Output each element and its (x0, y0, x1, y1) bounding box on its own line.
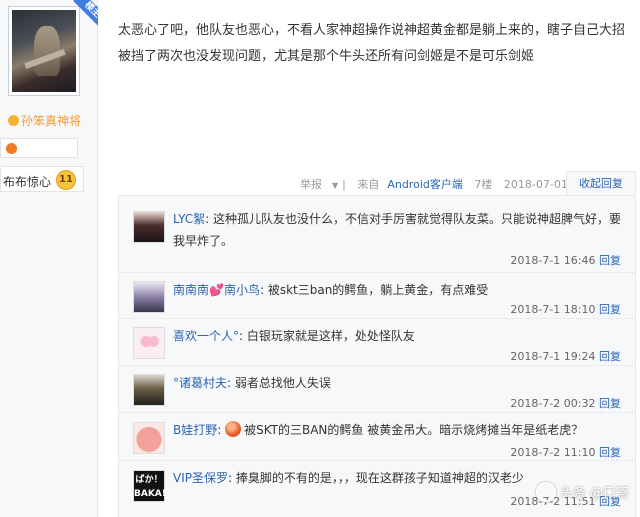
reply-text: 捧臭脚的不有的是，，，现在这群孩子知道神超的汉老少 (235, 471, 524, 485)
reply-time: 2018-7-1 16:46 (510, 254, 596, 267)
reply-list: LYC絮: 这种孤儿队友也没什么，不信对手厉害就觉得队友菜。只能说神超脾气好，要… (118, 195, 636, 517)
reply-button[interactable]: 回复 (599, 446, 621, 459)
reply-meta: 2018-7-2 00:32 回复 (510, 395, 621, 411)
reply-text: 这种孤儿队友也没什么，不信对手厉害就觉得队友菜。只能说神超脾气好，要我早炸了。 (173, 212, 622, 248)
fan-badge[interactable]: 布布惊心 11 (0, 166, 84, 192)
reply-username[interactable]: °诸葛村夫 (173, 376, 227, 390)
reply-meta: 2018-7-2 11:10 回复 (510, 444, 621, 460)
op-badge-label: 楼主 (73, 0, 98, 28)
reply-meta: 2018-7-1 18:10 回复 (510, 301, 621, 317)
report-link[interactable]: 举报 ▼ | (300, 178, 346, 191)
reply-time: 2018-7-1 19:24 (510, 350, 596, 363)
reply-item: LYC絮: 这种孤儿队友也没什么，不信对手厉害就觉得队友菜。只能说神超脾气好，要… (119, 196, 635, 273)
author-avatar-image (12, 10, 76, 92)
fan-level-icon: 11 (56, 170, 76, 190)
reply-meta: 2018-7-1 19:24 回复 (510, 348, 621, 364)
reply-time: 2018-7-1 18:10 (510, 303, 596, 316)
reply-username[interactable]: 南南南💕南小鸟 (173, 283, 260, 297)
reply-button[interactable]: 回复 (599, 350, 621, 363)
flame-icon (6, 143, 17, 154)
reply-time: 2018-7-2 11:10 (510, 446, 596, 459)
caret-down-icon: ▼ (332, 181, 339, 190)
author-panel: 楼主 孙笨真神将 布布惊心 11 (0, 0, 98, 517)
watermark-logo-icon (536, 482, 556, 502)
reply-username[interactable]: LYC絮 (173, 212, 205, 226)
reply-avatar[interactable] (133, 211, 165, 243)
fan-badge-label: 布布惊心 (3, 175, 52, 189)
reply-meta: 2018-7-1 16:46 回复 (510, 252, 621, 268)
reply-content: LYC絮: 这种孤儿队友也没什么，不信对手厉害就觉得队友菜。只能说神超脾气好，要… (173, 212, 622, 248)
reply-text: 白银玩家就是这样，处处怪队友 (246, 329, 415, 343)
reply-username[interactable]: B娃打野 (173, 423, 217, 437)
source-prefix: 来自 (357, 178, 380, 191)
reply-item: 喜欢一个人°: 白银玩家就是这样，处处怪队友 2018-7-1 19:24 回复 (119, 319, 635, 366)
reply-content: 喜欢一个人°: 白银玩家就是这样，处处怪队友 (173, 329, 415, 343)
reply-avatar[interactable] (133, 422, 165, 454)
reply-avatar[interactable]: ばか！ BAKA! (133, 470, 166, 502)
reply-item: °诸葛村夫: 弱者总找他人失误 2018-7-2 00:32 回复 (119, 366, 635, 413)
reply-content: 南南南💕南小鸟: 被skt三ban的鳄鱼，躺上黄金，有点难受 (173, 283, 489, 297)
reply-avatar[interactable] (133, 281, 165, 313)
smiley-icon (8, 115, 19, 126)
reply-button[interactable]: 回复 (599, 397, 621, 410)
reply-username[interactable]: VIP圣保罗 (173, 471, 228, 485)
reply-avatar[interactable] (133, 374, 165, 406)
reply-content: B娃打野: 被SKT的三BAN的鳄鱼 被黄金吊大。暗示烧烤摊当年是纸老虎？ (173, 421, 584, 437)
reply-content: °诸葛村夫: 弱者总找他人失误 (173, 376, 331, 390)
post-body: 太恶心了吧，他队友也恶心，不看人家神超操作说神超黄金都是躺上来的，瞎子自己大招被… (118, 23, 626, 64)
post-meta: 举报 ▼ | 来自 Android客户端 7楼 2018-07-01 16:31 (300, 176, 611, 192)
reply-item: 南南南💕南小鸟: 被skt三ban的鳄鱼，躺上黄金，有点难受 2018-7-1 … (119, 273, 635, 319)
reply-time: 2018-7-2 00:32 (510, 397, 596, 410)
reply-avatar[interactable] (133, 327, 165, 359)
emoji-icon (225, 421, 242, 437)
op-badge: 楼主 (70, 0, 98, 28)
reply-item: B娃打野: 被SKT的三BAN的鳄鱼 被黄金吊大。暗示烧烤摊当年是纸老虎？ 20… (119, 413, 635, 461)
source-link[interactable]: Android客户端 (387, 178, 463, 191)
author-name: 孙笨真神将 (21, 114, 82, 128)
post-source: 来自 Android客户端 (357, 178, 463, 191)
floor-number: 7楼 (474, 178, 493, 191)
reply-text: 被SKT的三BAN的鳄鱼 被黄金吊大。暗示烧烤摊当年是纸老虎？ (244, 423, 584, 437)
report-label: 举报 (300, 178, 322, 191)
reply-button[interactable]: 回复 (599, 254, 621, 267)
reply-text: 被skt三ban的鳄鱼，躺上黄金，有点难受 (267, 283, 489, 297)
level-badge[interactable] (0, 138, 78, 158)
author-name-link[interactable]: 孙笨真神将 (8, 112, 81, 129)
reply-button[interactable]: 回复 (599, 303, 621, 316)
reply-username[interactable]: 喜欢一个人° (173, 329, 239, 343)
reply-text: 弱者总找他人失误 (234, 376, 331, 390)
collapse-reply-button[interactable]: 收起回复 (566, 171, 636, 195)
watermark: 头条 @口答 (536, 480, 640, 508)
watermark-text: 头条 @口答 (560, 486, 630, 501)
